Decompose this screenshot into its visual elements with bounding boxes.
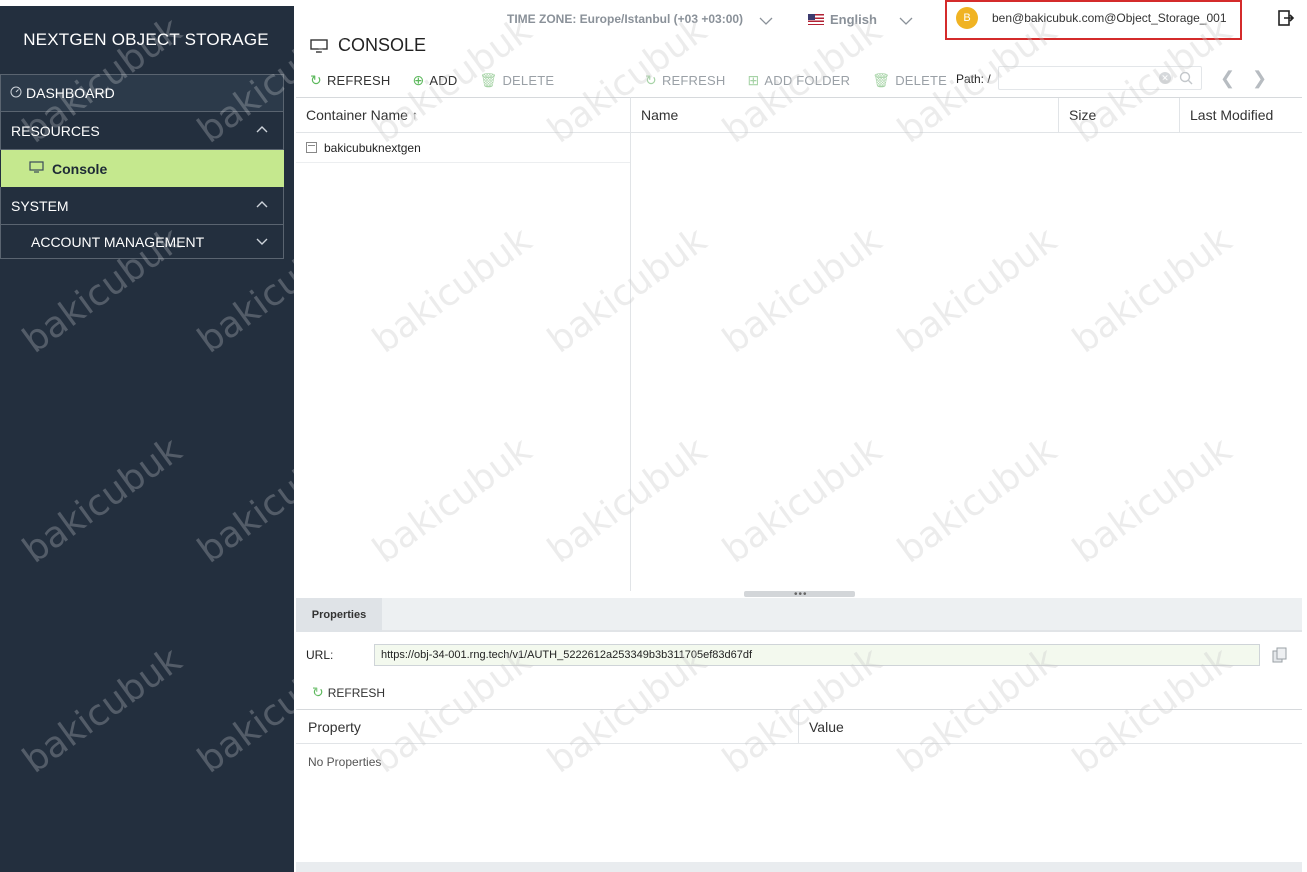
column-header-name[interactable]: Name bbox=[631, 98, 1058, 132]
add-circle-icon: ⊕ bbox=[412, 71, 425, 88]
sidebar-item-label: Console bbox=[52, 160, 108, 177]
chevron-down-icon bbox=[256, 238, 268, 245]
language-label: English bbox=[830, 12, 877, 27]
column-header-value[interactable]: Value bbox=[798, 710, 1302, 743]
sidebar-item-console[interactable]: Console bbox=[1, 150, 284, 187]
delete-object-button[interactable]: 🗑 DELETE bbox=[872, 72, 947, 89]
sidebar-item-label: ACCOUNT MANAGEMENT bbox=[31, 233, 205, 250]
objects-panel: Name Size Last Modified bbox=[631, 97, 1302, 591]
table-row[interactable]: bakicubuknextgen bbox=[296, 133, 630, 163]
trash-icon: 🗑 bbox=[479, 71, 498, 88]
refresh-properties-button[interactable]: ↻ REFRESH bbox=[312, 684, 385, 701]
empty-message: No Properties bbox=[308, 755, 382, 769]
sidebar-item-dashboard[interactable]: DASHBOARD bbox=[0, 74, 284, 112]
sidebar-menu: DASHBOARD RESOURCES Console SYSTEM ACCOU… bbox=[0, 74, 284, 259]
properties-tabbar: Properties bbox=[296, 598, 1302, 632]
sidebar-item-label: DASHBOARD bbox=[26, 85, 115, 101]
objects-header: Name Size Last Modified bbox=[631, 98, 1302, 133]
delete-container-button[interactable]: 🗑 DELETE bbox=[479, 72, 554, 89]
refresh-icon: ↻ bbox=[312, 684, 324, 700]
column-label: Property bbox=[308, 718, 361, 735]
path-search-input[interactable]: ✕ bbox=[998, 66, 1202, 90]
column-label: Last Modified bbox=[1190, 107, 1274, 123]
button-label: ADD FOLDER bbox=[764, 72, 851, 88]
containers-panel: Container Name ↑ bakicubuknextgen bbox=[296, 97, 631, 591]
container-name: bakicubuknextgen bbox=[324, 140, 421, 155]
refresh-icon: ↻ bbox=[645, 71, 657, 88]
dashboard-icon bbox=[10, 86, 22, 101]
column-header-property[interactable]: Property bbox=[296, 710, 798, 743]
monitor-icon bbox=[310, 38, 328, 53]
logout-icon[interactable] bbox=[1277, 9, 1295, 27]
copy-icon[interactable] bbox=[1272, 647, 1288, 663]
refresh-objects-button[interactable]: ↻ REFRESH bbox=[645, 72, 725, 89]
app-root: NEXTGEN OBJECT STORAGE DASHBOARD RESOURC… bbox=[0, 0, 1307, 872]
sidebar-item-label: RESOURCES bbox=[11, 122, 100, 139]
column-label: Container Name bbox=[306, 107, 408, 123]
column-label: Name bbox=[641, 107, 679, 123]
add-folder-button[interactable]: ⊞ ADD FOLDER bbox=[747, 72, 850, 89]
sort-up-icon: ↑ bbox=[411, 108, 418, 122]
sidebar: NEXTGEN OBJECT STORAGE DASHBOARD RESOURC… bbox=[0, 6, 294, 872]
bottom-scroll-strip bbox=[296, 862, 1302, 872]
add-container-button[interactable]: ⊕ ADD bbox=[412, 72, 457, 89]
properties-panel: Properties URL: https://obj-34-001.rng.t… bbox=[296, 598, 1302, 868]
containers-toolbar: ↻ REFRESH ⊕ ADD 🗑 DELETE bbox=[310, 66, 576, 94]
objects-toolbar: ↻ REFRESH ⊞ ADD FOLDER 🗑 DELETE bbox=[645, 66, 969, 94]
properties-header: Property Value bbox=[296, 709, 1302, 744]
chevron-left-icon[interactable]: ❮ bbox=[1220, 68, 1235, 89]
add-folder-icon: ⊞ bbox=[747, 71, 760, 88]
avatar: B bbox=[956, 7, 978, 29]
user-account-box[interactable]: B ben@bakicubuk.com@Object_Storage_001 bbox=[945, 0, 1242, 40]
button-label: DELETE bbox=[502, 72, 555, 88]
sidebar-item-label: SYSTEM bbox=[11, 197, 69, 214]
refresh-icon: ↻ bbox=[310, 71, 322, 88]
button-label: DELETE bbox=[895, 72, 947, 88]
timezone-selector[interactable]: TIME ZONE: Europe/Istanbul (+03 +03:00) bbox=[507, 12, 743, 26]
refresh-containers-button[interactable]: ↻ REFRESH bbox=[310, 72, 390, 89]
chevron-up-icon bbox=[256, 126, 268, 133]
search-icon[interactable] bbox=[1179, 71, 1193, 85]
button-label: REFRESH bbox=[327, 685, 386, 700]
chevron-up-icon bbox=[256, 201, 268, 208]
sidebar-item-resources[interactable]: RESOURCES bbox=[0, 112, 284, 150]
chevron-down-icon[interactable] bbox=[899, 14, 913, 28]
clear-icon[interactable]: ✕ bbox=[1159, 72, 1171, 84]
trash-icon: 🗑 bbox=[872, 71, 891, 88]
properties-table: Property Value No Properties bbox=[296, 709, 1302, 780]
column-header-last-modified[interactable]: Last Modified bbox=[1179, 98, 1302, 132]
button-label: ADD bbox=[429, 72, 458, 88]
button-label: REFRESH bbox=[661, 72, 726, 88]
page-title: CONSOLE bbox=[310, 35, 426, 56]
tab-properties[interactable]: Properties bbox=[296, 598, 382, 632]
chevron-down-icon[interactable] bbox=[759, 14, 773, 28]
us-flag-icon bbox=[808, 14, 824, 25]
button-label: REFRESH bbox=[326, 72, 391, 88]
top-header: TIME ZONE: Europe/Istanbul (+03 +03:00) … bbox=[294, 0, 1307, 62]
page-title-text: CONSOLE bbox=[338, 35, 427, 55]
column-label: Value bbox=[809, 718, 844, 735]
sidebar-item-account-management[interactable]: ACCOUNT MANAGEMENT bbox=[0, 225, 284, 259]
chevron-right-icon[interactable]: ❯ bbox=[1252, 68, 1267, 89]
column-header-size[interactable]: Size bbox=[1058, 98, 1179, 132]
containers-header: Container Name ↑ bbox=[296, 98, 630, 133]
container-icon bbox=[306, 142, 317, 153]
monitor-icon bbox=[29, 161, 44, 176]
path-label: Path: / bbox=[956, 72, 991, 86]
sidebar-item-system[interactable]: SYSTEM bbox=[0, 187, 284, 225]
column-label: Size bbox=[1069, 107, 1097, 123]
user-name: ben@bakicubuk.com@Object_Storage_001 bbox=[992, 11, 1227, 25]
column-header-container-name[interactable]: Container Name ↑ bbox=[296, 98, 418, 132]
brand-title: NEXTGEN OBJECT STORAGE bbox=[23, 30, 269, 49]
language-selector[interactable]: English bbox=[808, 12, 877, 27]
url-label: URL: bbox=[306, 648, 334, 662]
url-field[interactable]: https://obj-34-001.rng.tech/v1/AUTH_5222… bbox=[374, 644, 1260, 666]
